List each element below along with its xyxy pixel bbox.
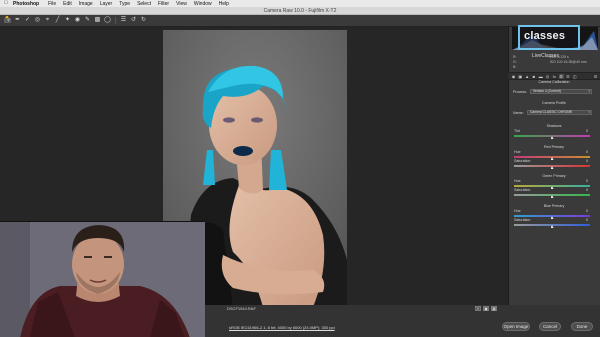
readout-r-label: R:: [513, 55, 517, 59]
basic-tab-icon[interactable]: ◉: [511, 74, 516, 79]
menubar-app-name[interactable]: Photoshop: [13, 1, 39, 7]
slider-value[interactable]: 0: [576, 129, 588, 133]
menu-window[interactable]: Window: [194, 1, 212, 7]
menu-edit[interactable]: Edit: [63, 1, 72, 7]
slider-value[interactable]: 0: [576, 159, 588, 163]
dialog-titlebar: Camera Raw 10.0 - Fujifilm X-T2: [0, 7, 600, 15]
crop-icon[interactable]: ⌖: [44, 17, 51, 24]
cancel-button[interactable]: Cancel: [539, 322, 561, 331]
snapshots-tab-icon[interactable]: ◫: [572, 74, 577, 79]
readout-g-label: G:: [513, 60, 517, 64]
toolbar-divider: [115, 17, 116, 24]
menubar:  Photoshop File Edit Image Layer Type S…: [0, 0, 600, 7]
settings-swap-button[interactable]: ▦: [491, 306, 497, 311]
exposure-readout: f/5.6 1/125 s: [549, 55, 569, 59]
apple-icon[interactable]: : [4, 1, 9, 6]
radial-filter-icon[interactable]: ◯: [104, 17, 111, 24]
detail-tab-icon[interactable]: ▲: [525, 74, 530, 79]
section-heading: Green Primary: [542, 174, 566, 178]
profile-name-select[interactable]: Camera CLASSIC CHROME: [527, 110, 592, 115]
slider-value[interactable]: 0: [576, 218, 588, 222]
tone-curve-tab-icon[interactable]: ▣: [518, 74, 523, 79]
menu-view[interactable]: View: [176, 1, 187, 7]
menu-filter[interactable]: Filter: [158, 1, 169, 7]
panel-tabs: ◉ ▣ ▲ ■ ▬ ◎ fx ⚙ ☰ ◫ ☰: [508, 72, 600, 80]
calibration-tab-icon[interactable]: ⚙: [558, 73, 564, 79]
effects-tab-icon[interactable]: fx: [552, 74, 557, 79]
slider-label: Saturation: [514, 159, 531, 163]
graduated-filter-icon[interactable]: ▩: [94, 17, 101, 24]
workflow-options-link[interactable]: sRGB IEC61966-2.1; 8 bit; 4000 by 6000 (…: [229, 325, 335, 330]
menu-image[interactable]: Image: [79, 1, 93, 7]
slider-label: Saturation: [514, 218, 531, 222]
open-image-button[interactable]: Open Image: [502, 322, 530, 331]
process-label: Process:: [513, 90, 527, 94]
slider-label: Saturation: [514, 188, 531, 192]
menu-file[interactable]: File: [48, 1, 56, 7]
classes-logo: classes: [518, 25, 580, 50]
slider-value[interactable]: 0: [576, 150, 588, 154]
split-toning-tab-icon[interactable]: ▬: [538, 74, 543, 79]
section-heading: Shadows: [546, 124, 562, 128]
slider-value[interactable]: 0: [576, 179, 588, 183]
webcam-presenter-video: [0, 221, 205, 337]
menu-help[interactable]: Help: [219, 1, 229, 7]
lens-tab-icon[interactable]: ◎: [545, 74, 550, 79]
menu-layer[interactable]: Layer: [100, 1, 113, 7]
zoom-icon[interactable]: ⚲: [4, 18, 11, 23]
slider-label: Hue: [514, 179, 521, 183]
spot-removal-icon[interactable]: ✦: [64, 17, 71, 24]
slider-value[interactable]: 0: [576, 188, 588, 192]
slider-value[interactable]: 0: [576, 209, 588, 213]
preferences-icon[interactable]: ☰: [120, 17, 127, 24]
menu-type[interactable]: Type: [119, 1, 130, 7]
readout-b-label: B:: [513, 65, 517, 69]
hsl-tab-icon[interactable]: ■: [531, 74, 536, 79]
section-heading: Red Primary: [544, 145, 564, 149]
process-select[interactable]: Version 4 (Current): [530, 89, 592, 94]
panel-menu-icon[interactable]: ☰: [593, 74, 598, 79]
view-mode-button[interactable]: ▣: [483, 306, 489, 311]
bottom-bar: DSCF1944.RAF Y ▣ ▦ sRGB IEC61966-2.1; 8 …: [205, 305, 600, 337]
red-eye-icon[interactable]: ◉: [74, 17, 81, 24]
dialog-title: Camera Raw 10.0 - Fujifilm X-T2: [263, 8, 337, 14]
target-adjust-icon[interactable]: ◎: [34, 17, 41, 24]
camera-raw-toolbar: ⚲ ✋ ✒ ✓ ◎ ⌖ ╱ ✦ ◉ ✎ ▩ ◯ ☰ ↺ ↻: [0, 15, 600, 27]
before-after-toggle[interactable]: Y: [475, 306, 481, 311]
slider-label: Hue: [514, 209, 521, 213]
presets-tab-icon[interactable]: ☰: [565, 74, 570, 79]
camera-profile-heading: Camera Profile: [542, 101, 566, 105]
filename-label: DSCF1944.RAF: [227, 306, 256, 311]
done-button[interactable]: Done: [571, 322, 593, 331]
preview-view-controls: Y ▣ ▦: [475, 306, 497, 311]
iso-lens-readout: ISO 100 16-55@40 mm: [549, 60, 587, 64]
camera-readout: R: f/5.6 1/125 s G: ISO 100 16-55@40 mm B:: [513, 53, 597, 71]
rotate-ccw-icon[interactable]: ↺: [130, 17, 137, 24]
white-balance-icon[interactable]: ✒: [14, 17, 21, 24]
slider-label: Hue: [514, 150, 521, 154]
color-sampler-icon[interactable]: ✓: [24, 17, 31, 24]
presenter-illustration: [0, 222, 205, 337]
straighten-icon[interactable]: ╱: [54, 17, 61, 24]
photoshop-camera-raw-window:  Photoshop File Edit Image Layer Type S…: [0, 0, 600, 337]
slider-label: Tint: [514, 129, 520, 133]
menu-select[interactable]: Select: [137, 1, 151, 7]
adjustment-brush-icon[interactable]: ✎: [84, 17, 91, 24]
profile-name-label: Name:: [513, 111, 524, 115]
panel-title: Camera Calibration: [538, 80, 570, 84]
section-heading: Blue Primary: [543, 204, 565, 208]
rotate-cw-icon[interactable]: ↻: [140, 17, 147, 24]
logo-text: classes: [524, 30, 566, 42]
